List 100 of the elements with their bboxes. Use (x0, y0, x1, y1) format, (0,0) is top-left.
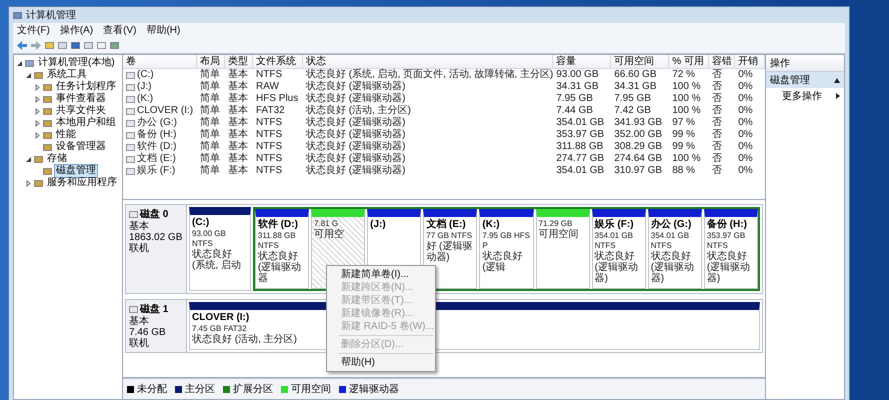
table-cell: 否 (712, 105, 722, 117)
column-header[interactable]: 可用空间 (611, 55, 670, 69)
partition-status: 状态良好 (逻辑驱动器) (650, 251, 696, 284)
table-cell: 基本 (228, 165, 248, 177)
table-cell: 7.44 GB (556, 105, 593, 117)
table-cell-text: 基本 (228, 81, 248, 92)
legend-label: 未分配 (137, 382, 167, 396)
partition-size: 93.00 GB NTFS (192, 229, 227, 248)
tree-item[interactable]: 性能 (54, 128, 78, 142)
partition-block[interactable]: 备份 (H:) 353.97 GB NTFS 状态良好 (逻辑驱动器) (704, 209, 758, 289)
table-cell: 娱乐 (F:) (137, 165, 176, 177)
menu-option[interactable]: 帮助(H) (329, 356, 434, 369)
table-cell: 状态良好 (逻辑驱动器) (306, 165, 406, 177)
table-cell: 354.01 GB (556, 117, 604, 129)
tree-item[interactable]: 系统工具 (45, 68, 89, 82)
table-cell-text: 简单 (200, 141, 220, 152)
tree-item[interactable]: 服务和应用程序 (45, 176, 119, 190)
column-header[interactable]: % 可用 (669, 55, 710, 69)
table-cell-text: 简单 (200, 153, 220, 164)
partition-block[interactable]: 软件 (D:) 311.88 GB NTFS 状态良好 (逻辑驱动器 (254, 209, 310, 289)
partition-label: CLOVER (I:) (192, 312, 250, 324)
partition-size: 7.95 GB HFS P (482, 231, 531, 250)
table-cell: 否 (712, 165, 722, 177)
partition-block[interactable]: 文档 (E:) 77 GB NTFS 好 (逻辑驱动器) (423, 209, 478, 289)
table-cell-text: 基本 (228, 93, 248, 104)
table-cell: NTFS (256, 141, 282, 153)
tree-item[interactable]: 事件查看器 (54, 92, 108, 106)
table-cell: 100 % (672, 153, 701, 165)
table-cell: 7.42 GB (614, 105, 651, 117)
partition-label: 办公 (G:) (650, 219, 692, 231)
partition-size: 7.81 G (314, 219, 338, 228)
menu-item[interactable]: 帮助(H) (146, 23, 180, 37)
column-header[interactable]: 容量 (553, 55, 612, 69)
table-cell: 72 % (672, 69, 696, 81)
tree-item[interactable]: 共享文件夹 (54, 104, 108, 118)
table-cell: 0% (738, 153, 753, 165)
column-header[interactable]: 文件系统 (253, 55, 303, 69)
back-arrow-icon[interactable] (17, 40, 27, 50)
action-item[interactable]: 更多操作 (766, 88, 844, 104)
expand-arrow-icon[interactable] (34, 132, 41, 138)
table-cell-text: 状态良好 (逻辑驱动器) (306, 117, 406, 128)
disk-name: 磁盘 0 (140, 208, 168, 220)
table-cell: 办公 (G:) (137, 117, 177, 129)
tree-item[interactable]: 本地用户和组 (54, 116, 118, 130)
expand-arrow-icon[interactable] (25, 180, 32, 186)
table-cell: 0% (738, 81, 753, 93)
tree-item[interactable]: 任务计划程序 (54, 80, 118, 94)
column-header[interactable]: 类型 (225, 55, 253, 69)
expand-arrow-icon[interactable] (34, 120, 41, 126)
table-cell: 否 (712, 153, 722, 165)
partition-block[interactable]: 娱乐 (F:) 354.01 GB NTFS 状态良好 (逻辑驱动器) (592, 209, 646, 289)
legend-label: 扩展分区 (233, 382, 273, 396)
column-header[interactable]: 开销 (735, 55, 766, 69)
collapse-arrow-icon[interactable] (25, 72, 32, 78)
expand-arrow-icon[interactable] (34, 84, 41, 90)
table-cell: 否 (712, 117, 722, 129)
table-cell: 66.60 GB (614, 69, 656, 81)
expand-arrow-icon[interactable] (34, 96, 41, 102)
table-cell: (K:) (137, 93, 154, 105)
partition-block[interactable]: 办公 (G:) 354.01 GB NTFS 状态良好 (逻辑驱动器) (648, 209, 702, 289)
tree-item[interactable]: 磁盘管理 (54, 164, 98, 178)
table-cell: 97 % (672, 117, 696, 129)
table-cell: 0% (738, 105, 753, 117)
collapse-arrow-icon[interactable] (16, 60, 23, 66)
table-cell-text: 文档 (E:) (137, 153, 176, 164)
table-cell: 否 (712, 141, 722, 153)
tree-item[interactable]: 计算机管理(本地) (36, 56, 117, 70)
column-header[interactable]: 状态 (303, 55, 554, 69)
tree-item[interactable]: 设备管理器 (54, 140, 108, 154)
table-cell: 88 % (672, 165, 696, 177)
table-cell-text: 简单 (200, 69, 220, 80)
tree-item[interactable]: 存储 (45, 152, 69, 166)
menu-item[interactable]: 查看(V) (103, 23, 136, 37)
table-cell-text: 状态良好 (逻辑驱动器) (306, 153, 406, 164)
table-cell-text: 状态良好 (活动, 主分区) (306, 105, 411, 116)
expand-arrow-icon[interactable] (34, 108, 41, 114)
menu-item[interactable]: 文件(F) (17, 23, 50, 37)
partition-block[interactable]: (K:) 7.95 GB HFS P 状态良好 (逻辑 (479, 209, 534, 289)
collapse-arrow-icon[interactable] (25, 156, 32, 162)
table-cell-text: 状态良好 (逻辑驱动器) (306, 129, 406, 140)
disk-size: 7.46 GB (129, 327, 167, 338)
table-cell-text: 基本 (228, 141, 248, 152)
partition-block[interactable]: (C:) 93.00 GB NTFS 状态良好 (系统, 启动 (189, 207, 251, 291)
column-header[interactable]: 卷 (123, 55, 197, 69)
window-title: 计算机管理 (26, 8, 76, 22)
table-cell: 100 % (672, 93, 701, 105)
column-header[interactable]: 容错 (709, 55, 736, 69)
free-space-partition[interactable]: 71.29 GB 可用空间 (536, 209, 590, 289)
column-header[interactable]: 布局 (197, 55, 225, 69)
actions-title: 操作 (766, 55, 844, 72)
actions-section[interactable]: 磁盘管理 (766, 72, 844, 88)
table-cell: (J:) (137, 81, 152, 93)
partition-label: 娱乐 (F:) (594, 219, 634, 231)
disk-name: 磁盘 1 (140, 302, 168, 316)
table-cell-text: 基本 (228, 117, 248, 128)
table-cell: 0% (738, 69, 753, 81)
table-cell: 否 (712, 129, 722, 141)
table-cell-text: CLOVER (I:) (137, 105, 194, 116)
partition-size: 7.45 GB FAT32 (192, 324, 247, 334)
menu-item[interactable]: 操作(A) (60, 23, 94, 37)
